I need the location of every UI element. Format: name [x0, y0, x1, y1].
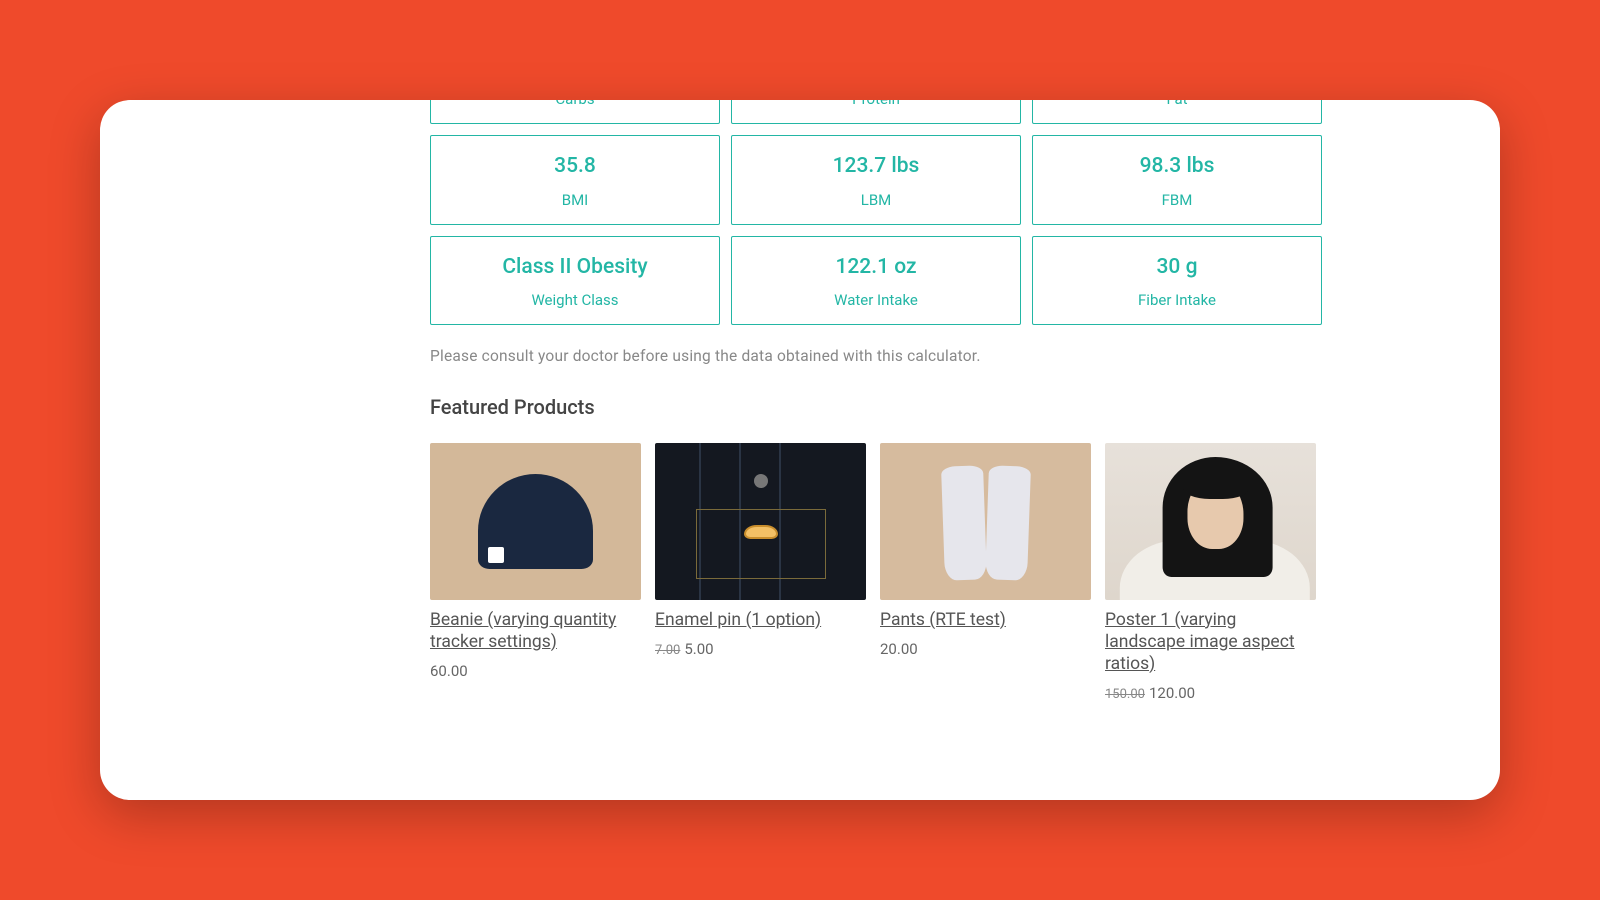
stat-card-fbm: 98.3 lbs FBM	[1032, 135, 1322, 224]
stat-card-water-intake: 122.1 oz Water Intake	[731, 236, 1021, 325]
stat-label: Carbs	[441, 100, 709, 108]
stat-label: Fiber Intake	[1043, 291, 1311, 309]
stat-card-protein: 161 g Protein	[731, 100, 1021, 124]
stat-label: Fat	[1043, 100, 1311, 108]
product-price: 7.00 5.00	[655, 640, 866, 658]
products-grid: Beanie (varying quantity tracker setting…	[430, 443, 1330, 702]
stat-label: FBM	[1043, 191, 1311, 209]
stat-value: 30 g	[1043, 254, 1311, 281]
main-content: 217 g Carbs 161 g Protein 71 g Fat 35.8 …	[430, 100, 1330, 702]
stat-card-fat: 71 g Fat	[1032, 100, 1322, 124]
stat-card-lbm: 123.7 lbs LBM	[731, 135, 1021, 224]
stat-card-weight-class: Class II Obesity Weight Class	[430, 236, 720, 325]
product-card[interactable]: Pants (RTE test) 20.00	[880, 443, 1091, 702]
product-name-link[interactable]: Beanie (varying quantity tracker setting…	[430, 610, 641, 654]
stat-value: Class II Obesity	[441, 254, 709, 281]
price-current: 120.00	[1149, 684, 1195, 702]
price-old: 150.00	[1105, 687, 1145, 702]
featured-products-heading: Featured Products	[430, 395, 1330, 419]
product-price: 20.00	[880, 640, 1091, 658]
product-image[interactable]	[880, 443, 1091, 600]
price-current: 60.00	[430, 662, 468, 680]
stat-label: BMI	[441, 191, 709, 209]
product-card[interactable]: Enamel pin (1 option) 7.00 5.00	[655, 443, 866, 702]
stat-value: 122.1 oz	[742, 254, 1010, 281]
stat-card-carbs: 217 g Carbs	[430, 100, 720, 124]
stat-label: Water Intake	[742, 291, 1010, 309]
stat-value: 98.3 lbs	[1043, 153, 1311, 180]
product-name-link[interactable]: Enamel pin (1 option)	[655, 610, 866, 632]
product-price: 150.00 120.00	[1105, 684, 1316, 702]
disclaimer-text: Please consult your doctor before using …	[430, 347, 1330, 365]
stat-value: 123.7 lbs	[742, 153, 1010, 180]
app-window: 217 g Carbs 161 g Protein 71 g Fat 35.8 …	[100, 100, 1500, 800]
product-card[interactable]: Poster 1 (varying landscape image aspect…	[1105, 443, 1316, 702]
stat-label: LBM	[742, 191, 1010, 209]
price-current: 20.00	[880, 640, 918, 658]
stat-value: 35.8	[441, 153, 709, 180]
stat-label: Protein	[742, 100, 1010, 108]
product-image[interactable]	[1105, 443, 1316, 600]
stat-card-fiber-intake: 30 g Fiber Intake	[1032, 236, 1322, 325]
stat-card-bmi: 35.8 BMI	[430, 135, 720, 224]
price-old: 7.00	[655, 643, 680, 658]
product-name-link[interactable]: Poster 1 (varying landscape image aspect…	[1105, 610, 1316, 676]
product-card[interactable]: Beanie (varying quantity tracker setting…	[430, 443, 641, 702]
product-name-link[interactable]: Pants (RTE test)	[880, 610, 1091, 632]
product-price: 60.00	[430, 662, 641, 680]
product-image[interactable]	[655, 443, 866, 600]
stats-grid: 217 g Carbs 161 g Protein 71 g Fat 35.8 …	[430, 100, 1330, 325]
product-image[interactable]	[430, 443, 641, 600]
price-current: 5.00	[684, 640, 713, 658]
scroll-viewport: 217 g Carbs 161 g Protein 71 g Fat 35.8 …	[100, 100, 1500, 742]
stat-label: Weight Class	[441, 291, 709, 309]
